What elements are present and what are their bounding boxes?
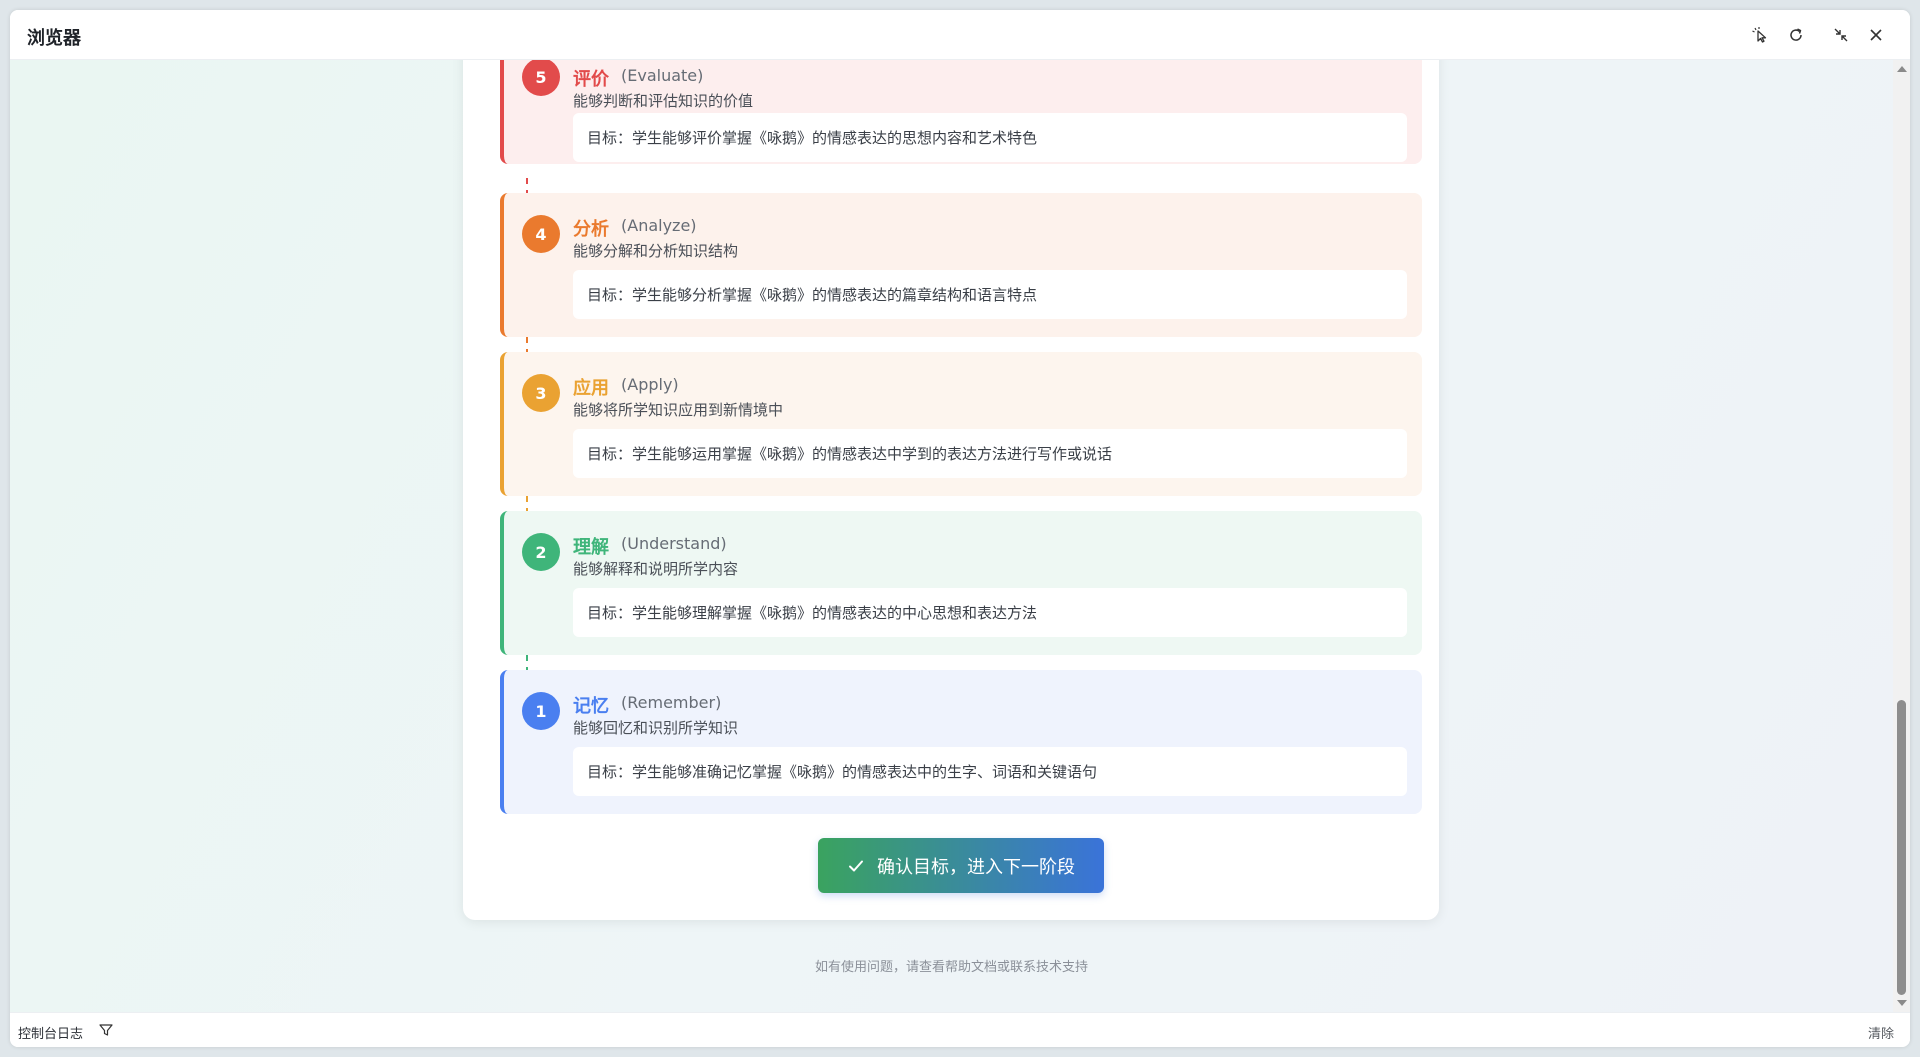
level-description: 能够回忆和识别所学知识 [573,719,739,737]
level-english-name: (Remember) [621,693,722,712]
level-goal: 目标：学生能够分析掌握《咏鹅》的情感表达的篇章结构和语言特点 [573,270,1407,319]
level-name: 理解 [573,537,609,558]
level-number-badge: 5 [522,60,560,96]
level-number-badge: 2 [522,533,560,571]
level-name: 记忆 [573,696,609,717]
title-bar: 浏览器 [10,10,1910,60]
confirm-goals-button[interactable]: 确认目标，进入下一阶段 [818,838,1104,893]
level-name: 评价 [573,69,609,90]
level-name: 分析 [573,219,609,240]
level-goal: 目标：学生能够运用掌握《咏鹅》的情感表达中学到的表达方法进行写作或说话 [573,429,1407,478]
level-understand: 2 理解 (Understand) 能够解释和说明所学内容 目标：学生能够理解掌… [500,511,1422,655]
level-number-badge: 1 [522,692,560,730]
level-evaluate: 5 评价 (Evaluate) 能够判断和评估知识的价值 目标：学生能够评价掌握… [500,60,1422,164]
level-description: 能够将所学知识应用到新情境中 [573,401,784,419]
level-apply: 3 应用 (Apply) 能够将所学知识应用到新情境中 目标：学生能够运用掌握《… [500,352,1422,496]
level-number-badge: 4 [522,215,560,253]
clear-console-button[interactable]: 清除 [1868,1023,1894,1042]
vertical-scrollbar[interactable] [1893,60,1910,1012]
cursor-click-icon[interactable] [1748,23,1772,47]
confirm-button-label: 确认目标，进入下一阶段 [877,856,1075,878]
console-log-label[interactable]: 控制台日志 [18,1023,83,1042]
level-english-name: (Apply) [621,375,679,394]
level-goal: 目标：学生能够评价掌握《咏鹅》的情感表达的思想内容和艺术特色 [573,113,1407,162]
window-title: 浏览器 [27,28,81,49]
page-viewport: 5 评价 (Evaluate) 能够判断和评估知识的价值 目标：学生能够评价掌握… [10,60,1893,1012]
close-icon[interactable] [1864,23,1888,47]
scroll-up-arrow[interactable] [1897,66,1907,72]
scroll-down-arrow[interactable] [1897,1000,1907,1006]
level-description: 能够解释和说明所学内容 [573,560,739,578]
help-footer-note: 如有使用问题，请查看帮助文档或联系技术支持 [814,960,1088,975]
level-english-name: (Understand) [621,534,727,553]
level-english-name: (Analyze) [621,216,697,235]
scrollbar-thumb[interactable] [1897,700,1906,995]
console-bar: 控制台日志 清除 [10,1012,1910,1047]
level-description: 能够分解和分析知识结构 [573,242,739,260]
level-analyze: 4 分析 (Analyze) 能够分解和分析知识结构 目标：学生能够分析掌握《咏… [500,193,1422,337]
refresh-icon[interactable] [1784,23,1808,47]
browser-window: 浏览器 5 评价 (Evaluate) 能够判断和评估知识的价值 目标：学生能够… [10,10,1910,1047]
collapse-icon[interactable] [1829,23,1853,47]
filter-icon[interactable] [98,1022,114,1042]
check-icon [847,857,865,875]
level-remember: 1 记忆 (Remember) 能够回忆和识别所学知识 目标：学生能够准确记忆掌… [500,670,1422,814]
level-english-name: (Evaluate) [621,66,704,85]
level-number-badge: 3 [522,374,560,412]
level-goal: 目标：学生能够理解掌握《咏鹅》的情感表达的中心思想和表达方法 [573,588,1407,637]
level-goal: 目标：学生能够准确记忆掌握《咏鹅》的情感表达中的生字、词语和关键语句 [573,747,1407,796]
level-name: 应用 [573,378,609,399]
level-description: 能够判断和评估知识的价值 [573,92,754,110]
